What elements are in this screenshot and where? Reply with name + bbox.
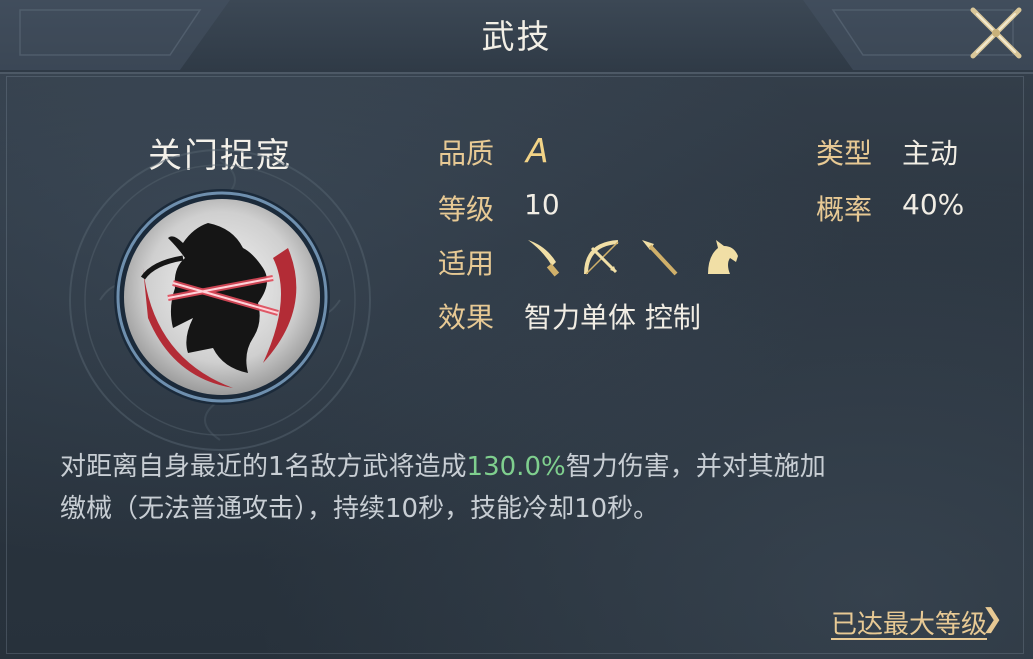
description-text-cont: 智力伤害，并对其施加 <box>565 452 826 482</box>
spear-icon <box>642 240 678 276</box>
chevron-right-icon[interactable]: ❯ <box>981 604 1003 634</box>
rate-label: 概率 <box>816 193 873 226</box>
quality-value: A <box>526 131 549 170</box>
type-label: 类型 <box>816 137 873 170</box>
type-value: 主动 <box>902 137 959 170</box>
horse-icon <box>708 240 738 274</box>
effect-label: 效果 <box>438 301 495 334</box>
saber-icon <box>528 240 560 277</box>
close-icon[interactable] <box>963 0 1029 66</box>
level-value: 10 <box>524 188 560 221</box>
max-level-link[interactable]: 已达最大等级 <box>831 604 987 641</box>
bow-icon <box>584 240 619 275</box>
skill-description: 对距离自身最近的1名敌方武将造成130.0%智力伤害，并对其施加 缴械（无法普通… <box>60 446 990 530</box>
rate-value: 40% <box>902 188 965 221</box>
description-text: 对距离自身最近的1名敌方武将造成 <box>60 452 467 482</box>
applicable-label: 适用 <box>438 247 495 280</box>
skill-icon[interactable] <box>113 188 331 406</box>
skill-detail-screen: 武技 关门捉寇 品质 A 等级 10 适用 效果 智力单体 控制 类型 主动 概… <box>0 0 1033 659</box>
effect-value: 智力单体 控制 <box>524 301 701 334</box>
level-label: 等级 <box>438 193 495 226</box>
description-line-2: 缴械（无法普通攻击），持续10秒，技能冷却10秒。 <box>60 494 660 524</box>
damage-percent: 130.0% <box>466 452 566 482</box>
page-title: 武技 <box>481 17 552 56</box>
quality-label: 品质 <box>438 137 495 170</box>
header-bar: 武技 <box>0 0 1033 74</box>
